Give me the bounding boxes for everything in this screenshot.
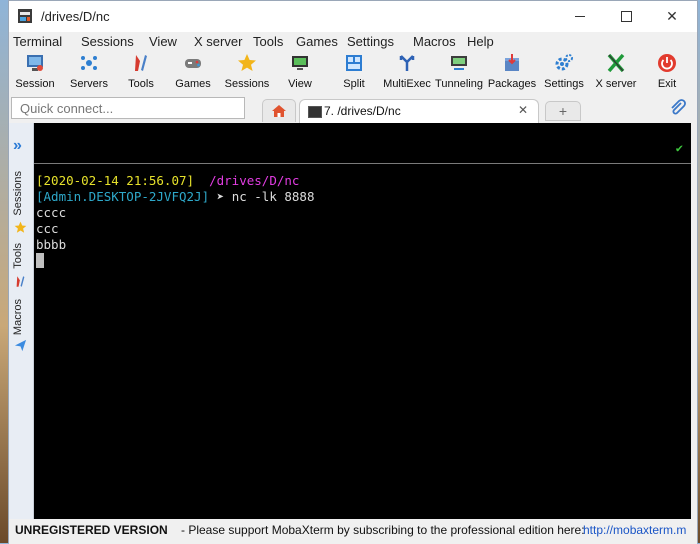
star-icon <box>237 53 257 73</box>
prompt-line-1: [2020-02-14 21:56.07] /drives/D/nc <box>36 173 299 188</box>
xserver-label: X server <box>595 78 637 90</box>
settings-button[interactable]: Settings <box>541 51 587 95</box>
tunneling-button[interactable]: Tunneling <box>433 51 485 95</box>
menu-settings[interactable]: Settings <box>347 34 394 49</box>
games-button[interactable]: Games <box>171 51 215 95</box>
servers-icon <box>79 53 99 73</box>
command-text: nc -lk 8888 <box>231 189 315 204</box>
tab-session-7[interactable]: 7. /drives/D/nc ✕ <box>299 99 539 123</box>
home-icon <box>272 105 286 117</box>
output-line: bbbb <box>36 237 67 252</box>
tools-button[interactable]: Tools <box>121 51 161 95</box>
terminal-area[interactable]: ✔ [2020-02-14 21:56.07] /drives/D/nc [Ad… <box>34 123 691 519</box>
terminal-cursor <box>36 253 44 268</box>
menu-bar: Terminal Sessions View X server Tools Ga… <box>9 32 697 51</box>
gear-icon <box>554 53 574 73</box>
close-button[interactable]: ✕ <box>649 1 695 32</box>
title-bar: /drives/D/nc ✕ <box>9 1 697 32</box>
prompt-path: /drives/D/nc <box>209 173 300 188</box>
close-icon: ✕ <box>666 8 678 24</box>
sidebar-tab-tools[interactable]: Tools <box>12 243 24 269</box>
home-tab[interactable] <box>262 99 296 122</box>
tools-icon <box>16 276 25 287</box>
menu-macros[interactable]: Macros <box>413 34 456 49</box>
tab-close-icon[interactable]: ✕ <box>518 103 528 117</box>
window-title: /drives/D/nc <box>41 9 110 24</box>
status-bar: UNREGISTERED VERSION - Please support Mo… <box>9 519 697 544</box>
power-icon <box>657 53 677 73</box>
packages-icon <box>502 53 522 73</box>
multiexec-icon <box>397 53 417 73</box>
view-label: View <box>288 78 312 90</box>
menu-view[interactable]: View <box>149 34 177 49</box>
xserver-button[interactable]: X server <box>591 51 641 95</box>
output-line: ccc <box>36 221 59 236</box>
split-button[interactable]: Split <box>334 51 374 95</box>
session-button[interactable]: Session <box>11 51 59 95</box>
sidebar-tab-sessions[interactable]: Sessions <box>12 171 24 216</box>
new-tab-button[interactable]: + <box>545 101 581 121</box>
star-icon <box>14 221 27 233</box>
multiexec-button[interactable]: MultiExec <box>381 51 433 95</box>
terminal-divider <box>34 163 691 164</box>
maximize-icon <box>620 11 632 22</box>
sessions-label: Sessions <box>224 78 270 90</box>
menu-help[interactable]: Help <box>467 34 494 49</box>
prompt-arrow: ➤ <box>216 189 225 204</box>
exit-button[interactable]: Exit <box>649 51 685 95</box>
settings-label: Settings <box>544 78 584 90</box>
prompt-time: [2020-02-14 21:56.07] <box>36 173 195 188</box>
menu-terminal[interactable]: Terminal <box>13 34 62 49</box>
attach-button[interactable] <box>669 99 687 120</box>
prompt-line-2: [Admin.DESKTOP-2JVFQ2J] ➤ nc -lk 8888 <box>36 189 314 204</box>
subscribe-link[interactable]: http://mobaxterm.m <box>583 523 686 537</box>
quick-connect-input[interactable] <box>11 97 245 119</box>
output-line: cccc <box>36 205 67 220</box>
mobaxterm-icon <box>18 9 32 23</box>
check-icon: ✔ <box>675 141 683 155</box>
expand-sidebar-icon[interactable]: » <box>13 137 22 155</box>
xserver-icon <box>606 53 626 73</box>
multiexec-label: MultiExec <box>383 78 431 90</box>
left-sidebar: » Sessions Tools Macros <box>9 123 34 519</box>
menu-xserver[interactable]: X server <box>194 34 242 49</box>
games-icon <box>183 53 203 73</box>
packages-button[interactable]: Packages <box>487 51 537 95</box>
exit-label: Exit <box>657 78 677 90</box>
plus-icon: + <box>558 103 568 119</box>
prompt-user: [Admin.DESKTOP-2JVFQ2J] <box>36 189 210 204</box>
paperclip-icon <box>671 99 686 115</box>
maximize-button[interactable] <box>603 1 649 32</box>
menu-sessions[interactable]: Sessions <box>81 34 134 49</box>
terminal-icon <box>308 106 322 118</box>
packages-label: Packages <box>487 78 537 90</box>
tools-icon <box>131 53 151 73</box>
sessions-button[interactable]: Sessions <box>221 51 273 95</box>
minimize-icon <box>575 16 585 17</box>
sidebar-tab-macros[interactable]: Macros <box>12 299 24 335</box>
servers-button[interactable]: Servers <box>65 51 113 95</box>
session-icon <box>25 53 45 73</box>
minimize-button[interactable] <box>557 1 603 32</box>
tunneling-icon <box>449 53 469 73</box>
tunneling-label: Tunneling <box>435 78 483 90</box>
split-label: Split <box>343 78 365 90</box>
unregistered-label: UNREGISTERED VERSION <box>15 523 168 537</box>
menu-games[interactable]: Games <box>296 34 338 49</box>
tab-row: 7. /drives/D/nc ✕ + <box>9 95 697 123</box>
servers-label: Servers <box>70 78 108 90</box>
view-button[interactable]: View <box>279 51 321 95</box>
send-icon <box>14 339 27 352</box>
app-window: /drives/D/nc ✕ Terminal Sessions View X … <box>8 0 698 544</box>
tools-label: Tools <box>128 78 154 90</box>
view-icon <box>290 53 310 73</box>
split-icon <box>344 53 364 73</box>
session-label: Session <box>15 78 55 90</box>
games-label: Games <box>175 78 211 90</box>
menu-tools[interactable]: Tools <box>253 34 283 49</box>
tab-label: 7. /drives/D/nc <box>324 104 401 118</box>
support-message: - Please support MobaXterm by subscribin… <box>181 523 585 537</box>
toolbar: Session Servers Tools Games Sessions Vie… <box>9 51 697 95</box>
